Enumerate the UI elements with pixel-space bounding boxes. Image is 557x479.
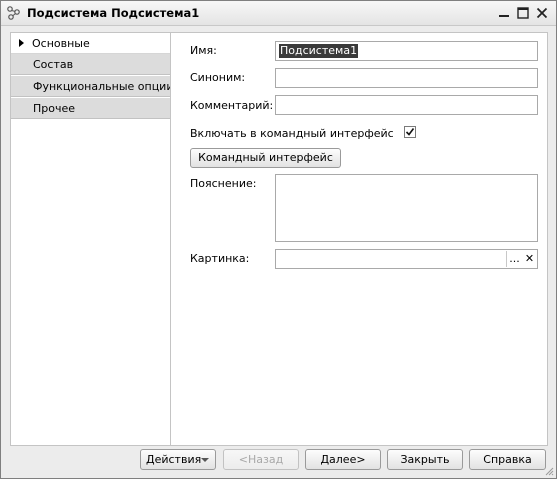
name-value: Подсистема1 (279, 44, 359, 58)
name-field[interactable]: Подсистема1 (275, 41, 538, 61)
sidebar: Основные Состав Функциональные опции Про… (10, 32, 174, 446)
checkmark-icon (405, 128, 415, 136)
name-label: Имя: (190, 44, 217, 57)
include-in-command-interface-checkbox[interactable] (404, 126, 416, 138)
explanation-label: Пояснение: (190, 177, 257, 190)
subsystem-icon (6, 5, 22, 21)
tab-other[interactable]: Прочее (11, 98, 171, 119)
help-button[interactable]: Справка (469, 449, 546, 470)
include-in-command-interface-label: Включать в командный интерфейс (190, 127, 394, 140)
tab-label: Прочее (33, 102, 76, 115)
chevron-down-icon (201, 458, 209, 462)
title-bar: Подсистема Подсистема1 (1, 1, 556, 26)
comment-field[interactable] (275, 95, 538, 115)
back-label: <Назад (238, 453, 284, 466)
picture-field[interactable]: ... ✕ (275, 249, 538, 269)
tab-main[interactable]: Основные (11, 33, 171, 54)
help-label: Справка (483, 453, 532, 466)
command-interface-button-label: Командный интерфейс (198, 151, 333, 164)
subsystem-window: Подсистема Подсистема1 Основные Состав Ф… (0, 0, 557, 479)
next-button[interactable]: Далее> (305, 449, 381, 470)
actions-dropdown[interactable]: Действия (140, 449, 216, 470)
next-label: Далее> (320, 453, 366, 466)
maximize-icon[interactable] (515, 5, 531, 21)
synonym-label: Синоним: (190, 71, 246, 84)
resize-grip-icon[interactable] (544, 466, 554, 476)
minimize-icon[interactable] (496, 5, 512, 21)
form-panel: Имя: Подсистема1 Синоним: Комментарий: В… (170, 32, 548, 446)
tab-label: Состав (33, 58, 74, 71)
close-label: Закрыть (400, 453, 450, 466)
actions-label: Действия (146, 453, 202, 466)
comment-label: Комментарий: (190, 99, 274, 112)
picture-label: Картинка: (190, 252, 250, 265)
picture-clear-button[interactable]: ✕ (522, 251, 537, 267)
close-button[interactable]: Закрыть (387, 449, 463, 470)
explanation-field[interactable] (275, 174, 538, 242)
close-icon[interactable] (534, 5, 550, 21)
window-title: Подсистема Подсистема1 (27, 6, 200, 20)
back-button[interactable]: <Назад (223, 449, 299, 470)
current-tab-arrow-icon (19, 39, 24, 47)
picture-select-button[interactable]: ... (506, 251, 522, 267)
synonym-field[interactable] (275, 68, 538, 88)
tab-label: Функциональные опции (33, 80, 174, 93)
tab-content[interactable]: Состав (11, 54, 171, 75)
command-interface-button[interactable]: Командный интерфейс (190, 148, 341, 168)
tab-label: Основные (32, 37, 90, 50)
tab-functional-options[interactable]: Функциональные опции (11, 76, 174, 97)
